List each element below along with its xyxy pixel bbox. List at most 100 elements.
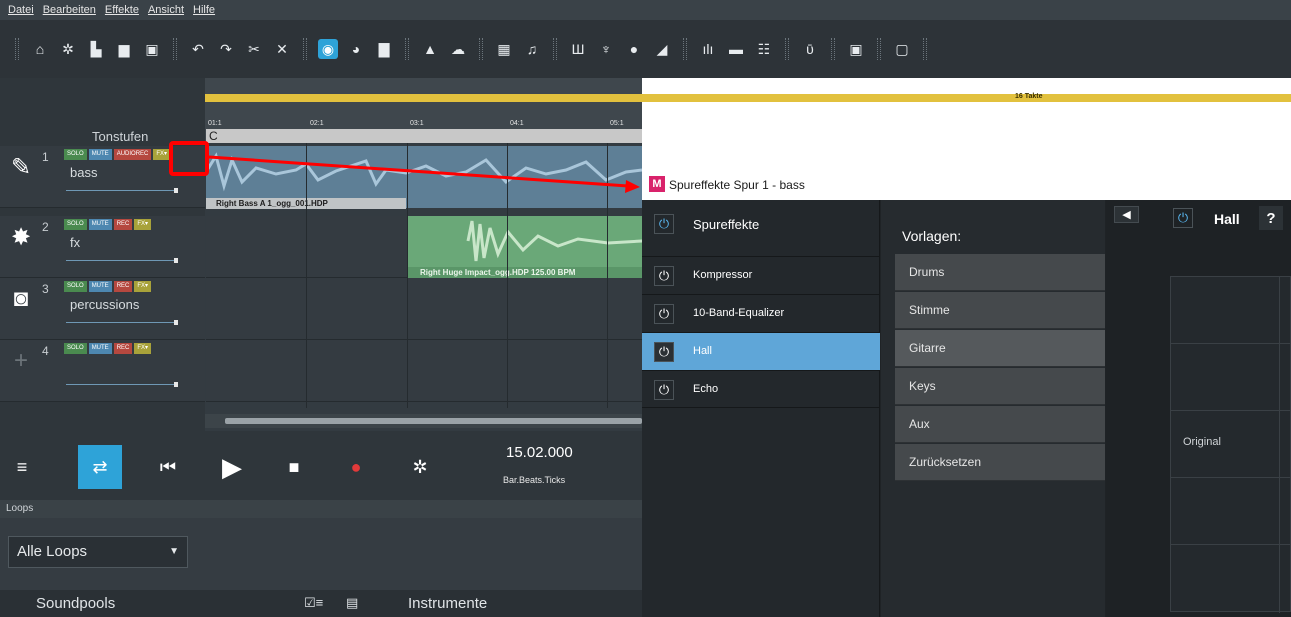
track-lane[interactable] xyxy=(206,340,642,402)
tab-instrumente[interactable]: Instrumente xyxy=(408,595,487,612)
back-arrow-icon[interactable]: ◀ xyxy=(1114,206,1139,223)
folder-icon[interactable]: ▇ xyxy=(374,39,394,59)
scrollbar-thumb[interactable] xyxy=(225,418,642,424)
track-header-4[interactable]: + 4 SOLO MUTE REC FX▾ xyxy=(0,340,205,402)
fx-icon[interactable]: ● xyxy=(624,39,644,59)
cloud-icon[interactable]: ☁ xyxy=(448,39,468,59)
volume-handle[interactable] xyxy=(174,258,178,263)
redo-icon[interactable]: ↷ xyxy=(216,39,236,59)
monitor-icon[interactable]: ▢ xyxy=(892,39,912,59)
mixer-icon[interactable]: ılı xyxy=(698,39,718,59)
dialog-titlebar[interactable]: M Spureffekte Spur 1 - bass xyxy=(642,170,1291,200)
preset-zuruecksetzen[interactable]: Zurücksetzen xyxy=(895,444,1105,481)
time-format[interactable]: Bar.Beats.Ticks xyxy=(503,475,565,485)
preset-gitarre[interactable]: Gitarre xyxy=(895,330,1105,367)
delete-icon[interactable]: ✕ xyxy=(272,39,292,59)
rec-button[interactable]: REC xyxy=(113,343,133,354)
power-icon[interactable]: ⏻ xyxy=(654,380,674,400)
time-display[interactable]: 15.02.000 xyxy=(506,444,573,461)
open-folder-icon[interactable]: ▆ xyxy=(114,39,134,59)
undo-icon[interactable]: ↶ xyxy=(188,39,208,59)
rec-button[interactable]: AUDIOREC xyxy=(113,149,152,160)
toolbar-grip[interactable] xyxy=(15,38,19,60)
track-name[interactable]: percussions xyxy=(70,297,139,312)
menu-hilfe[interactable]: Hilfe xyxy=(193,4,215,16)
video-icon[interactable]: ▬ xyxy=(726,39,746,59)
menu-datei[interactable]: Datei xyxy=(8,4,34,16)
help-button[interactable]: ? xyxy=(1259,206,1283,230)
list-view-icon[interactable]: ▤ xyxy=(346,595,358,611)
loops-dropdown[interactable]: Alle Loops ▼ xyxy=(8,536,188,568)
add-track-icon[interactable]: + xyxy=(6,346,36,376)
solo-button[interactable]: SOLO xyxy=(64,343,87,354)
volume-slider[interactable] xyxy=(66,190,176,191)
effect-row-kompressor[interactable]: ⏻ Kompressor xyxy=(642,256,880,294)
note-icon[interactable]: ♫ xyxy=(522,39,542,59)
fx-globe-icon[interactable]: ◕ xyxy=(346,39,366,59)
volume-handle[interactable] xyxy=(174,382,178,387)
power-icon[interactable]: ⏻ xyxy=(654,266,674,286)
volume-handle[interactable] xyxy=(174,320,178,325)
mute-button[interactable]: MUTE xyxy=(88,343,112,354)
power-icon[interactable]: ⏻ xyxy=(654,342,674,362)
play-icon[interactable]: ▶ xyxy=(210,445,254,489)
user-icon[interactable]: ῡ xyxy=(800,39,820,59)
effect-row-equalizer[interactable]: ⏻ 10-Band-Equalizer xyxy=(642,294,880,332)
menu-ansicht[interactable]: Ansicht xyxy=(148,4,184,16)
gear-icon[interactable]: ✲ xyxy=(58,39,78,59)
new-file-icon[interactable]: ▙ xyxy=(86,39,106,59)
tuner-icon[interactable]: ♆ xyxy=(596,39,616,59)
rec-button[interactable]: REC xyxy=(113,219,133,230)
solo-button[interactable]: SOLO xyxy=(64,219,87,230)
track-header-2[interactable]: ✸ 2 SOLO MUTE REC FX▾ fx xyxy=(0,216,205,278)
effect-row-hall[interactable]: ⏻ Hall xyxy=(642,332,880,370)
track-lane[interactable] xyxy=(206,278,642,340)
chord-lane[interactable]: C xyxy=(206,129,642,143)
volume-slider[interactable] xyxy=(66,384,176,385)
power-icon[interactable]: ⏻ xyxy=(654,214,674,234)
mute-button[interactable]: MUTE xyxy=(88,149,112,160)
preset-aux[interactable]: Aux xyxy=(895,406,1105,443)
speaker-icon[interactable]: ◢ xyxy=(652,39,672,59)
window-icon[interactable]: ▣ xyxy=(846,39,866,59)
lock-icon[interactable]: ▲ xyxy=(420,39,440,59)
loop-toggle-icon[interactable]: ⇄ xyxy=(78,445,122,489)
preset-stimme[interactable]: Stimme xyxy=(895,292,1105,329)
effect-row-echo[interactable]: ⏻ Echo xyxy=(642,370,880,408)
save-icon[interactable]: ▣ xyxy=(142,39,162,59)
solo-button[interactable]: SOLO xyxy=(64,149,87,160)
tab-soundpools[interactable]: Soundpools xyxy=(36,595,115,612)
keyboard-icon[interactable]: ▦ xyxy=(494,39,514,59)
track-name[interactable]: bass xyxy=(70,165,97,180)
piano-icon[interactable]: Ш xyxy=(568,39,588,59)
transport-settings-icon[interactable]: ✲ xyxy=(398,445,442,489)
mode-icon[interactable]: ◉ xyxy=(318,39,338,59)
preset-drums[interactable]: Drums xyxy=(895,254,1105,291)
volume-slider[interactable] xyxy=(66,322,176,323)
menu-bearbeiten[interactable]: Bearbeiten xyxy=(43,4,96,16)
mute-button[interactable]: MUTE xyxy=(88,281,112,292)
rec-button[interactable]: REC xyxy=(113,281,133,292)
add-marker-icon[interactable]: ≡ xyxy=(0,445,44,489)
power-icon[interactable]: ⏻ xyxy=(1173,208,1193,228)
fx-button[interactable]: FX▾ xyxy=(134,343,152,354)
power-icon[interactable]: ⏻ xyxy=(654,304,674,324)
preset-keys[interactable]: Keys xyxy=(895,368,1105,405)
track-name[interactable]: fx xyxy=(70,235,80,250)
menu-effekte[interactable]: Effekte xyxy=(105,4,139,16)
fx-button[interactable]: FX▾ xyxy=(134,219,152,230)
record-icon[interactable]: ● xyxy=(334,445,378,489)
mute-button[interactable]: MUTE xyxy=(88,219,112,230)
loop-range-bar[interactable]: 16 Takte xyxy=(205,93,1291,102)
fx-button[interactable]: FX▾ xyxy=(153,149,171,160)
fx-button[interactable]: FX▾ xyxy=(134,281,152,292)
home-icon[interactable]: ⌂ xyxy=(30,39,50,59)
track-header-3[interactable]: ◙ 3 SOLO MUTE REC FX▾ percussions xyxy=(0,278,205,340)
skip-back-icon[interactable]: ⏮ xyxy=(146,445,190,489)
chords-icon[interactable]: ☷ xyxy=(754,39,774,59)
checklist-icon[interactable]: ☑≡ xyxy=(304,595,323,611)
cut-icon[interactable]: ✂ xyxy=(244,39,264,59)
stop-icon[interactable]: ■ xyxy=(272,445,316,489)
solo-button[interactable]: SOLO xyxy=(64,281,87,292)
volume-handle[interactable] xyxy=(174,188,178,193)
